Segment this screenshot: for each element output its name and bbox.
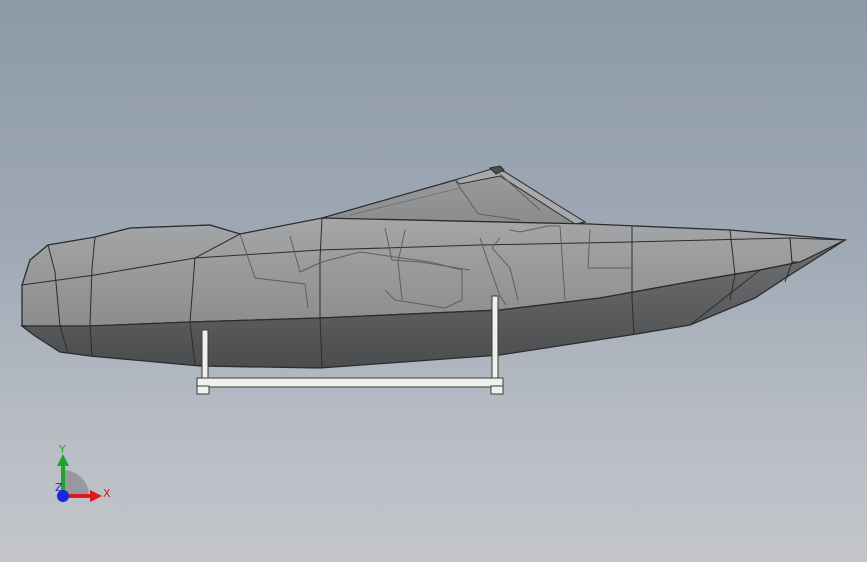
x-axis-arrow-icon	[90, 490, 102, 502]
x-axis-label: X	[103, 487, 111, 500]
stand-post-left	[201, 329, 209, 383]
coordinate-triad: Y X Z	[55, 443, 111, 502]
graphics-viewport[interactable]	[0, 0, 867, 562]
z-axis-label: Z	[55, 481, 63, 494]
boat-model[interactable]	[20, 165, 848, 369]
stand-base-beam	[196, 377, 504, 388]
y-axis-label: Y	[58, 443, 66, 456]
stand-foot-left	[196, 385, 210, 395]
stand-foot-right	[490, 385, 504, 395]
stand-post-right	[491, 295, 499, 383]
bow-tip	[789, 237, 846, 263]
